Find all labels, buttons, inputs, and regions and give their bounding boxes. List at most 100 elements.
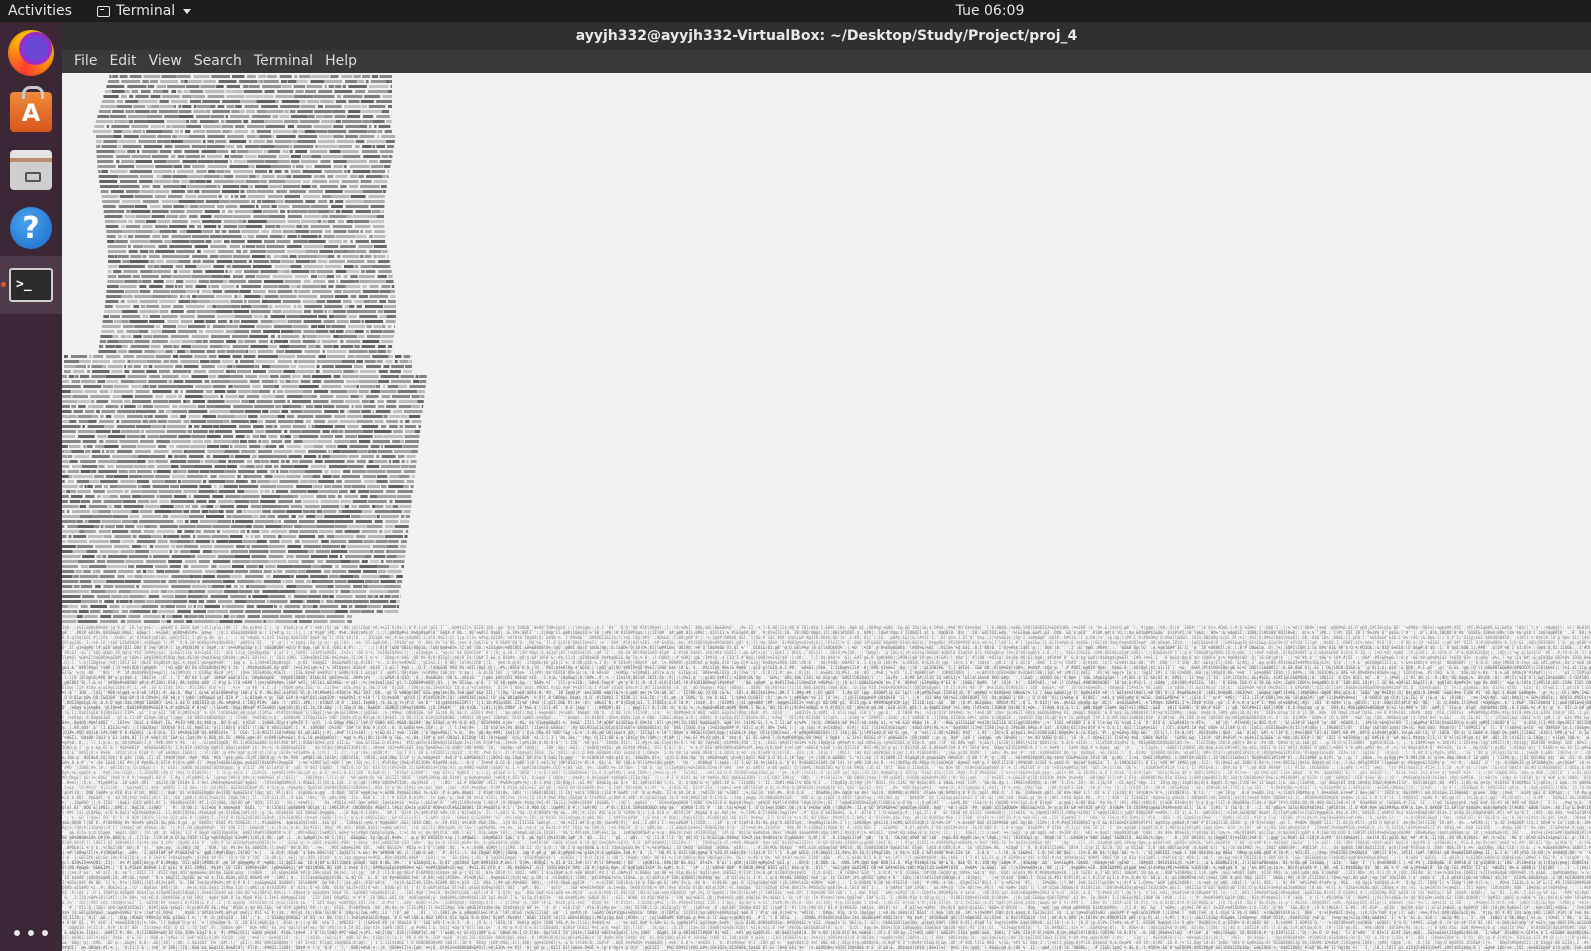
ascii-glyph-run <box>377 275 387 278</box>
ascii-glyph-run <box>256 110 267 113</box>
ascii-glyph-run <box>253 260 270 263</box>
ascii-glyph-run <box>312 380 322 383</box>
ascii-glyph-run <box>306 580 312 583</box>
menu-view[interactable]: View <box>143 50 188 73</box>
ascii-glyph-run <box>209 255 219 258</box>
ascii-glyph-run <box>241 320 258 323</box>
ascii-glyph-run <box>374 420 384 423</box>
dock-item-terminal[interactable]: >_ <box>0 256 62 314</box>
ascii-glyph-run <box>261 175 275 178</box>
ascii-glyph-run <box>99 180 118 183</box>
ascii-glyph-run <box>116 100 124 103</box>
ascii-glyph-run <box>332 485 343 488</box>
ascii-glyph-run <box>350 295 357 298</box>
ascii-glyph-run <box>313 175 319 178</box>
ascii-glyph-run <box>191 435 206 438</box>
ascii-glyph-run <box>303 500 315 503</box>
dock-item-help[interactable]: ? <box>0 199 62 257</box>
ascii-glyph-run <box>134 235 150 238</box>
menu-edit[interactable]: Edit <box>103 50 142 73</box>
ascii-row <box>64 355 412 358</box>
ascii-glyph-run <box>324 515 345 518</box>
ascii-glyph-run <box>314 425 333 428</box>
ascii-glyph-run <box>322 195 332 198</box>
clock[interactable]: Tue 06:09 <box>0 0 1591 22</box>
show-apps-icon[interactable] <box>14 930 48 936</box>
ascii-glyph-run <box>136 525 144 528</box>
ascii-glyph-run <box>256 165 271 168</box>
ascii-glyph-run <box>150 110 158 113</box>
ascii-glyph-run <box>206 180 212 183</box>
ascii-glyph-run <box>362 415 383 418</box>
ascii-glyph-run <box>139 250 149 253</box>
ascii-glyph-run <box>337 220 344 223</box>
ascii-glyph-run <box>89 610 101 613</box>
ascii-glyph-run <box>294 95 314 98</box>
ascii-glyph-run <box>206 390 213 393</box>
ascii-glyph-run <box>288 455 302 458</box>
ascii-glyph-run <box>389 475 399 478</box>
ascii-glyph-run <box>243 355 256 358</box>
ascii-glyph-run <box>134 395 153 398</box>
terminal-output[interactable]: I08:.;$%1|&0Q$88%8$'|@'8.O``1O.l@'@%&:`;… <box>62 73 1591 951</box>
ascii-glyph-run <box>340 340 344 343</box>
ascii-glyph-run <box>253 290 266 293</box>
ascii-glyph-run <box>383 165 391 168</box>
ascii-glyph-run <box>408 465 416 468</box>
ascii-glyph-run <box>306 85 323 88</box>
dock-item-software[interactable]: A <box>0 83 62 141</box>
terminal-icon: >_ <box>9 268 53 302</box>
ascii-glyph-run <box>73 585 80 588</box>
ascii-glyph-run <box>246 135 256 138</box>
ascii-glyph-run <box>218 320 227 323</box>
ascii-glyph-run <box>293 565 312 568</box>
ascii-glyph-run <box>185 380 203 383</box>
ascii-glyph-run <box>136 570 142 573</box>
ascii-glyph-run <box>122 295 133 298</box>
menu-file[interactable]: File <box>68 50 103 73</box>
ascii-glyph-run <box>143 620 160 623</box>
ascii-row <box>62 535 408 538</box>
dock-item-files[interactable] <box>0 141 62 199</box>
ascii-glyph-run <box>157 420 167 423</box>
ascii-glyph-run <box>85 495 95 498</box>
ascii-glyph-run <box>210 475 217 478</box>
ascii-glyph-run <box>128 250 138 253</box>
ascii-glyph-run <box>124 370 130 373</box>
ascii-glyph-run <box>249 445 261 448</box>
ascii-glyph-run <box>62 530 79 533</box>
ascii-glyph-run <box>373 555 386 558</box>
ascii-row <box>62 440 419 443</box>
ascii-glyph-run <box>139 175 154 178</box>
ascii-glyph-run <box>193 535 196 538</box>
ascii-glyph-run <box>201 190 220 193</box>
ascii-glyph-run <box>355 375 359 378</box>
ascii-glyph-run <box>336 480 342 483</box>
ascii-glyph-run <box>263 280 284 283</box>
menu-search[interactable]: Search <box>188 50 248 73</box>
menu-terminal[interactable]: Terminal <box>248 50 319 73</box>
window-title[interactable]: ayyjh332@ayyjh332-VirtualBox: ~/Desktop/… <box>62 22 1591 50</box>
ascii-glyph-run <box>376 215 384 218</box>
ascii-glyph-run <box>154 180 172 183</box>
ascii-glyph-run <box>162 130 173 133</box>
ascii-glyph-run <box>91 375 106 378</box>
ascii-glyph-run <box>398 475 410 478</box>
ascii-glyph-run <box>282 235 286 238</box>
ascii-glyph-run <box>388 275 393 278</box>
ascii-glyph-run <box>400 520 410 523</box>
ascii-glyph-run <box>153 90 163 93</box>
ascii-glyph-run <box>276 190 281 193</box>
ascii-glyph-run <box>62 485 78 488</box>
ascii-glyph-run <box>244 300 247 303</box>
ascii-glyph-run <box>303 265 324 268</box>
ascii-glyph-run <box>313 310 324 313</box>
ascii-glyph-run <box>255 205 259 208</box>
ascii-glyph-run <box>165 280 175 283</box>
dock-item-firefox[interactable] <box>0 24 62 82</box>
ascii-glyph-run <box>143 245 156 248</box>
ascii-glyph-run <box>115 220 127 223</box>
ascii-glyph-run <box>185 195 197 198</box>
menu-help[interactable]: Help <box>319 50 363 73</box>
ascii-glyph-run <box>179 315 195 318</box>
